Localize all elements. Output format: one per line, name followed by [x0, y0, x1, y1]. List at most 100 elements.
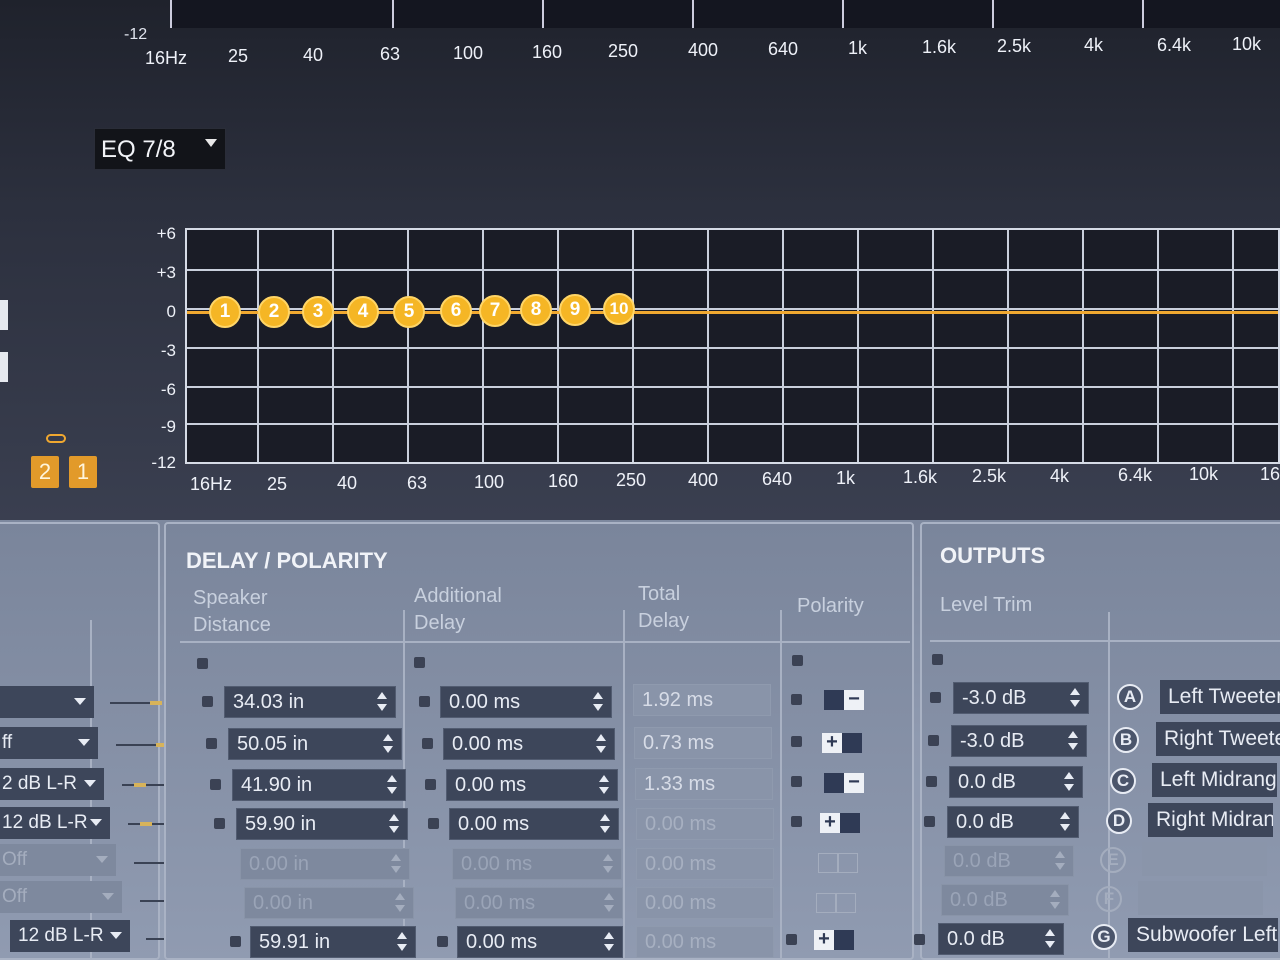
speaker-distance-field[interactable]: 0.00 in: [244, 887, 414, 919]
slope-select[interactable]: 12 dB L-R: [10, 920, 130, 952]
total-delay-value: 0.00 ms: [636, 887, 774, 919]
eq-graph[interactable]: [185, 228, 1280, 464]
row-checkbox[interactable]: [202, 696, 213, 707]
eq-band-handle[interactable]: 4: [347, 296, 379, 328]
eq-band-handle[interactable]: 1: [209, 296, 241, 328]
slope-select-value: Off: [2, 849, 27, 870]
slope-select[interactable]: 2 dB L-R: [0, 768, 104, 800]
additional-delay-field[interactable]: 0.00 ms: [457, 926, 623, 958]
crossover-slider[interactable]: [116, 743, 168, 747]
chevron-down-icon: [96, 856, 108, 863]
speaker-distance-field[interactable]: 41.90 in: [232, 769, 406, 801]
row-checkbox[interactable]: [437, 936, 448, 947]
row-checkbox[interactable]: [422, 738, 433, 749]
row-checkbox[interactable]: [791, 736, 802, 747]
eq-band-handle[interactable]: 10: [603, 293, 635, 325]
eq-y-label: +3: [156, 263, 176, 282]
output-name-field[interactable]: Subwoofer Left: [1128, 918, 1278, 952]
output-name-field[interactable]: Left Midrange: [1152, 763, 1277, 797]
row-checkbox[interactable]: [926, 776, 937, 787]
total-delay-value: 1.92 ms: [633, 684, 771, 716]
speaker-distance-field[interactable]: 50.05 in: [228, 728, 402, 760]
slope-select[interactable]: ff: [0, 727, 98, 759]
slope-select[interactable]: 12 dB L-R: [0, 807, 110, 839]
polarity-toggle[interactable]: [816, 893, 856, 913]
row-checkbox[interactable]: [791, 776, 802, 787]
channel-button[interactable]: 1: [69, 456, 97, 488]
level-trim-field[interactable]: -3.0 dB: [953, 682, 1089, 714]
eq-band-handle[interactable]: 2: [258, 296, 290, 328]
polarity-toggle[interactable]: −: [824, 772, 864, 793]
polarity-toggle[interactable]: +: [822, 732, 862, 753]
total-delay-header: Total Delay: [638, 583, 690, 632]
polarity-toggle[interactable]: −: [824, 689, 864, 710]
additional-delay-field[interactable]: 0.00 ms: [449, 808, 619, 840]
eq-band-handle[interactable]: 6: [440, 295, 472, 327]
output-name-field[interactable]: Right Tweeter: [1156, 722, 1280, 756]
mini-x-label: 100: [453, 43, 484, 63]
select-all-checkbox[interactable]: [197, 658, 208, 669]
output-name-field[interactable]: [1142, 842, 1267, 876]
slope-select[interactable]: Off: [0, 881, 122, 913]
select-all-checkbox[interactable]: [414, 657, 425, 668]
speaker-distance-value: 59.90 in: [245, 813, 317, 835]
select-all-checkbox[interactable]: [792, 655, 803, 666]
level-trim-field[interactable]: 0.0 dB: [947, 806, 1079, 838]
eq-band-handle[interactable]: 7: [479, 295, 511, 327]
additional-delay-field[interactable]: 0.00 ms: [443, 728, 615, 760]
row-checkbox[interactable]: [928, 735, 939, 746]
row-checkbox[interactable]: [930, 692, 941, 703]
eq-band-handle[interactable]: 9: [559, 294, 591, 326]
row-checkbox[interactable]: [425, 779, 436, 790]
eq-y-label: -12: [151, 453, 176, 472]
row-checkbox[interactable]: [786, 934, 797, 945]
level-trim-field[interactable]: -3.0 dB: [951, 725, 1087, 757]
mini-x-label: 4k: [1084, 35, 1104, 55]
eq-band-handle[interactable]: 3: [302, 296, 334, 328]
speaker-distance-field[interactable]: 59.90 in: [236, 808, 408, 840]
level-trim-field[interactable]: 0.0 dB: [938, 923, 1064, 955]
row-checkbox[interactable]: [924, 816, 935, 827]
speaker-distance-field[interactable]: 34.03 in: [224, 686, 396, 718]
row-checkbox[interactable]: [230, 936, 241, 947]
output-name-field[interactable]: Left Tweeter: [1160, 680, 1280, 714]
eq-channel-select[interactable]: EQ 7/8: [94, 128, 226, 170]
additional-delay-field[interactable]: 0.00 ms: [446, 769, 618, 801]
row-checkbox[interactable]: [914, 934, 925, 945]
level-trim-field[interactable]: 0.0 dB: [941, 884, 1069, 916]
additional-delay-field[interactable]: 0.00 ms: [440, 686, 612, 718]
row-checkbox[interactable]: [428, 818, 439, 829]
polarity-toggle[interactable]: [818, 853, 858, 873]
output-name-field[interactable]: Right Midrange: [1148, 803, 1273, 837]
polarity-header: Polarity: [797, 595, 864, 617]
slope-select[interactable]: [0, 686, 94, 718]
row-checkbox[interactable]: [214, 818, 225, 829]
row-checkbox[interactable]: [791, 816, 802, 827]
outputs-panel-title: OUTPUTS: [940, 543, 1046, 568]
select-all-checkbox[interactable]: [932, 654, 943, 665]
speaker-distance-field[interactable]: 0.00 in: [240, 848, 410, 880]
polarity-toggle[interactable]: +: [814, 929, 854, 950]
eq-band-handle[interactable]: 8: [520, 294, 552, 326]
channel-button[interactable]: 2: [31, 456, 59, 488]
eq-x-label: 2.5k: [972, 466, 1007, 486]
additional-delay-field[interactable]: 0.00 ms: [455, 887, 623, 919]
total-delay-value: 0.00 ms: [636, 808, 774, 840]
output-letter-badge: E: [1100, 847, 1126, 873]
additional-delay-field[interactable]: 0.00 ms: [452, 848, 622, 880]
eq-band-handle[interactable]: 5: [393, 296, 425, 328]
polarity-toggle[interactable]: +: [820, 812, 860, 833]
eq-x-label: 16: [1260, 464, 1280, 484]
row-checkbox[interactable]: [206, 738, 217, 749]
speaker-distance-field[interactable]: 59.91 in: [250, 926, 416, 958]
row-checkbox[interactable]: [210, 779, 221, 790]
level-trim-field[interactable]: 0.0 dB: [949, 766, 1083, 798]
output-name-field[interactable]: [1138, 881, 1263, 915]
level-trim-value: 0.0 dB: [953, 850, 1011, 872]
level-trim-field[interactable]: 0.0 dB: [944, 845, 1074, 877]
link-icon[interactable]: [46, 434, 66, 443]
row-checkbox[interactable]: [791, 694, 802, 705]
row-checkbox[interactable]: [419, 696, 430, 707]
crossover-slider[interactable]: [110, 701, 162, 705]
slope-select[interactable]: Off: [0, 844, 116, 876]
